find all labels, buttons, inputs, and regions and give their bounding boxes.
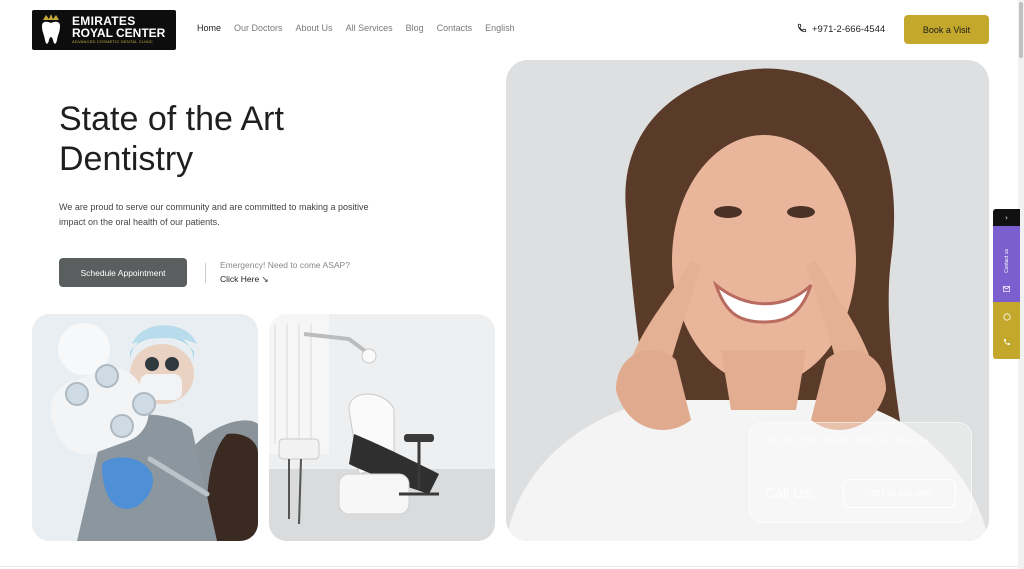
- main-nav: Home Our Doctors About Us All Services B…: [197, 23, 515, 33]
- nav-item-language[interactable]: English: [485, 23, 515, 33]
- emergency-text: Emergency! Need to come ASAP?: [220, 260, 350, 270]
- nav-item-our-doctors[interactable]: Our Doctors: [234, 23, 283, 33]
- side-contact-label: Contact us: [1003, 249, 1010, 273]
- phone-number: +971-2-666-4544: [812, 24, 886, 35]
- schedule-appointment-button[interactable]: Schedule Appointment: [59, 258, 187, 287]
- nav-item-blog[interactable]: Blog: [406, 23, 424, 33]
- call-panel-heading: PRIORITIZE YOUR DENTAL HEALTH: [765, 438, 931, 445]
- hero-title: State of the Art Dentistry: [59, 100, 284, 178]
- nav-item-contacts[interactable]: Contacts: [437, 23, 473, 33]
- brand-text: EMIRATES ROYAL CENTER ADVANCED COSMETIC …: [72, 15, 165, 45]
- tooth-crown-icon: [38, 14, 64, 46]
- phone-icon[interactable]: [1003, 338, 1011, 348]
- brand-tagline: ADVANCED COSMETIC DENTAL CLINIC: [72, 39, 154, 44]
- phone-icon: [797, 23, 807, 36]
- cta-divider: [205, 263, 206, 283]
- email-icon: [1003, 277, 1010, 296]
- dental-chair-photo: [269, 314, 495, 541]
- header-phone[interactable]: +971-2-666-4544: [797, 23, 885, 36]
- section-bottom-border: [0, 566, 1018, 567]
- click-here-link[interactable]: Click Here ↘: [220, 274, 269, 285]
- nav-item-home[interactable]: Home: [197, 23, 221, 33]
- hero-subtitle: We are proud to serve our community and …: [59, 202, 369, 227]
- nav-item-about-us[interactable]: About Us: [296, 23, 333, 33]
- brand-line2: ROYAL CENTER: [72, 26, 166, 40]
- side-widget-toggle[interactable]: ›: [993, 209, 1020, 226]
- whatsapp-icon[interactable]: [1002, 313, 1011, 323]
- scrollbar-thumb[interactable]: [1019, 2, 1023, 58]
- call-us-label: Call Us:: [765, 485, 815, 501]
- call-number-button[interactable]: +971 58 809 0880: [843, 479, 956, 508]
- book-visit-button[interactable]: Book a Visit: [904, 15, 989, 44]
- side-quick-contact: [993, 302, 1020, 359]
- side-contact-tab[interactable]: Contact us: [993, 226, 1020, 302]
- dentist-photo: [32, 314, 258, 541]
- nav-item-all-services[interactable]: All Services: [346, 23, 393, 33]
- brand-logo[interactable]: EMIRATES ROYAL CENTER ADVANCED COSMETIC …: [32, 10, 176, 50]
